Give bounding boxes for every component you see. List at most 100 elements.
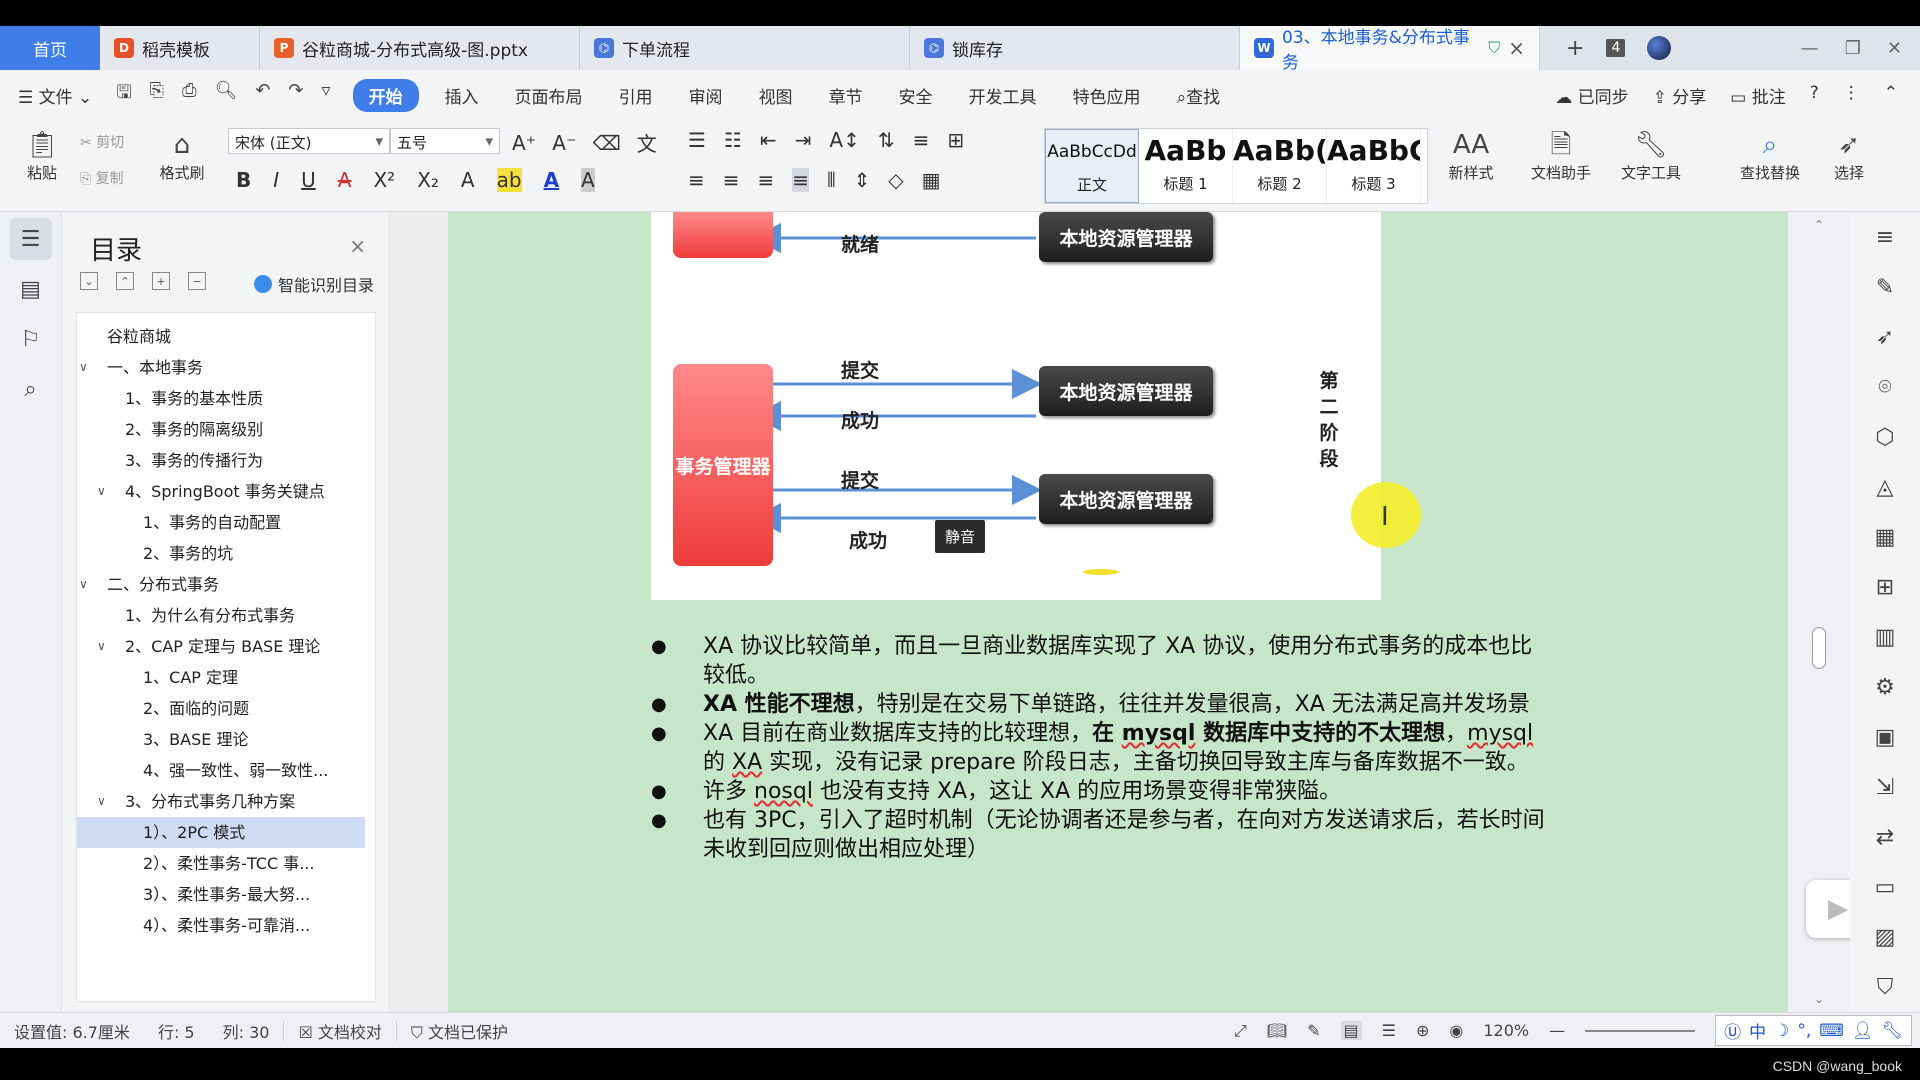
shape-icon[interactable]: ⬡: [1850, 412, 1920, 462]
font-color-icon[interactable]: A: [544, 168, 559, 192]
chevron-down-icon[interactable]: ∨: [79, 352, 88, 383]
shield-check-icon[interactable]: ⛉: [1850, 962, 1920, 1012]
shrink-font-icon[interactable]: A⁻: [552, 131, 576, 155]
toc-item[interactable]: ∨ 4、SpringBoot 事务关键点: [77, 476, 375, 507]
settings-sliders-icon[interactable]: ⚙: [1850, 662, 1920, 712]
ime-toolbar[interactable]: Ⓤ 中 ☽ °, ⌨ 👤︎ 🔧︎: [1715, 1015, 1912, 1046]
increase-indent-icon[interactable]: ⇥: [795, 128, 812, 152]
add-tab-icon[interactable]: +: [1566, 36, 1584, 61]
image-icon[interactable]: ▣: [1850, 712, 1920, 762]
align-left-icon[interactable]: ≡: [688, 168, 705, 192]
edit-pen-icon[interactable]: ✎: [1850, 262, 1920, 312]
help-icon[interactable]: ?: [1810, 83, 1819, 108]
align-center-icon[interactable]: ≡: [723, 168, 740, 192]
menu-review[interactable]: 审阅: [671, 83, 741, 108]
toc-item[interactable]: 2）、柔性事务-TCC 事...: [77, 848, 375, 879]
sort-icon[interactable]: ⇅: [878, 128, 895, 152]
web-view-icon[interactable]: ⊕: [1416, 1021, 1429, 1040]
find-replace-button[interactable]: ⌕ 查找替换: [1728, 128, 1812, 183]
page-thumbnail-icon[interactable]: ▤: [10, 268, 52, 310]
collapse-ribbon-icon[interactable]: ⌃: [1884, 83, 1898, 108]
text-tools-button[interactable]: 🔧︎ 文字工具: [1610, 128, 1692, 183]
font-size-select[interactable]: 五号 ▾: [390, 128, 500, 154]
smart-toc-button[interactable]: 智能识别目录: [253, 272, 374, 296]
char-shading-icon[interactable]: A: [581, 168, 595, 192]
page-view-icon[interactable]: ▤: [1340, 1021, 1362, 1040]
toc-item[interactable]: 1、事务的自动配置: [77, 507, 375, 538]
translate-icon[interactable]: ⇄: [1850, 812, 1920, 862]
copy-button[interactable]: ⎘ 复制: [80, 168, 124, 188]
share-button[interactable]: ⇪ 分享: [1653, 83, 1707, 108]
export-icon[interactable]: ⇲: [1850, 762, 1920, 812]
scroll-down-icon[interactable]: ⌄: [1788, 992, 1850, 1006]
menu-view[interactable]: 视图: [741, 83, 811, 108]
tab-active-doc[interactable]: W 03、本地事务&分布式事务 ⛉ ×: [1240, 26, 1540, 73]
menu-chapter[interactable]: 章节: [811, 83, 881, 108]
document-page[interactable]: 本地资源管理器 就绪 事务管理器 提交 成功 本地资源管理器 提交 成功 本地资…: [448, 212, 1788, 1012]
highlight-icon[interactable]: ab: [496, 168, 522, 192]
toc-item[interactable]: 2、面临的问题: [77, 693, 375, 724]
menu-features[interactable]: 特色应用: [1055, 83, 1159, 108]
customize-icon[interactable]: ▿: [322, 80, 331, 110]
menu-security[interactable]: 安全: [881, 83, 951, 108]
tab-daoke[interactable]: D 稻壳模板: [100, 26, 260, 70]
style-heading-3[interactable]: AaBbC( 标题 3: [1327, 129, 1421, 203]
fill-icon[interactable]: ◬: [1850, 462, 1920, 512]
bullet-list-icon[interactable]: ☰: [688, 128, 706, 152]
text-direction-icon[interactable]: A↕: [829, 128, 859, 152]
numbered-list-icon[interactable]: ☷: [724, 128, 742, 152]
grow-font-icon[interactable]: A⁺: [512, 131, 536, 155]
file-menu[interactable]: ☰ 文件 ⌄: [0, 83, 110, 108]
toc-icon[interactable]: ☰: [9, 218, 52, 260]
more-icon[interactable]: ⋮: [1843, 83, 1860, 108]
zoom-select[interactable]: 120%: [1483, 1021, 1529, 1040]
toc-item[interactable]: ∨ 二、分布式事务: [77, 569, 375, 600]
menu-reference[interactable]: 引用: [601, 83, 671, 108]
proofread-button[interactable]: ☒ 文档校对: [284, 1019, 395, 1043]
new-style-button[interactable]: AA 新样式: [1436, 128, 1506, 183]
underline-icon[interactable]: U: [301, 168, 316, 192]
select-button[interactable]: ➶ 选择: [1814, 128, 1884, 183]
toc-item[interactable]: ∨ 2、CAP 定理与 BASE 理论: [77, 631, 375, 662]
zoom-out-icon[interactable]: —: [1549, 1021, 1565, 1040]
outline-view-icon[interactable]: ☰: [1382, 1021, 1396, 1040]
decrease-indent-icon[interactable]: ⇤: [760, 128, 777, 152]
line-spacing-icon[interactable]: ≡: [913, 128, 930, 152]
menu-start[interactable]: 开始: [352, 78, 419, 112]
print-icon[interactable]: ⎙: [182, 80, 196, 110]
sync-button[interactable]: ☁ 已同步: [1555, 83, 1628, 108]
undo-icon[interactable]: ↶: [255, 80, 270, 110]
toc-item[interactable]: 1、CAP 定理: [77, 662, 375, 693]
close-icon[interactable]: ×: [1508, 36, 1525, 60]
pinyin-icon[interactable]: 文: [637, 128, 657, 157]
italic-icon[interactable]: I: [273, 168, 279, 192]
chevron-down-icon[interactable]: ∨: [97, 786, 106, 817]
cut-button[interactable]: ✂ 剪切: [80, 132, 124, 152]
toc-item[interactable]: ∨ 一、本地事务: [77, 352, 375, 383]
menu-layout[interactable]: 页面布局: [497, 83, 601, 108]
superscript-icon[interactable]: X²: [373, 168, 395, 192]
export-icon[interactable]: ⎘: [150, 80, 164, 110]
preview-icon[interactable]: 🔍︎: [214, 80, 237, 110]
archive-icon[interactable]: ▭: [1850, 862, 1920, 912]
format-painter-button[interactable]: ⌂ 格式刷: [152, 128, 212, 183]
paragraph-spacing-icon[interactable]: ⇕: [853, 168, 870, 192]
menu-lines-icon[interactable]: ≡: [1850, 212, 1920, 262]
bookmark-icon[interactable]: ⚐: [10, 318, 52, 360]
tab-order-flow[interactable]: ⌬ 下单流程: [580, 26, 910, 70]
find-icon[interactable]: ⌕: [10, 368, 52, 410]
scroll-up-icon[interactable]: ⌃: [1788, 218, 1850, 232]
toc-item[interactable]: 3、事务的传播行为: [77, 445, 375, 476]
close-window-icon[interactable]: ✕: [1887, 38, 1902, 59]
toc-item[interactable]: 2、事务的隔离级别: [77, 414, 375, 445]
avatar[interactable]: [1647, 36, 1672, 60]
toc-item[interactable]: 1、事务的基本性质: [77, 383, 375, 414]
style-normal[interactable]: AaBbCcDd 正文: [1045, 129, 1139, 203]
menu-devtools[interactable]: 开发工具: [951, 83, 1055, 108]
toc-item[interactable]: 谷粒商城: [77, 321, 375, 352]
tab-count-badge[interactable]: 4: [1606, 39, 1626, 57]
subscript-icon[interactable]: X₂: [417, 168, 439, 192]
toc-item[interactable]: 2、事务的坑: [77, 538, 375, 569]
style-heading-2[interactable]: AaBb( 标题 2: [1233, 129, 1327, 203]
scroll-thumb[interactable]: [1812, 627, 1826, 669]
